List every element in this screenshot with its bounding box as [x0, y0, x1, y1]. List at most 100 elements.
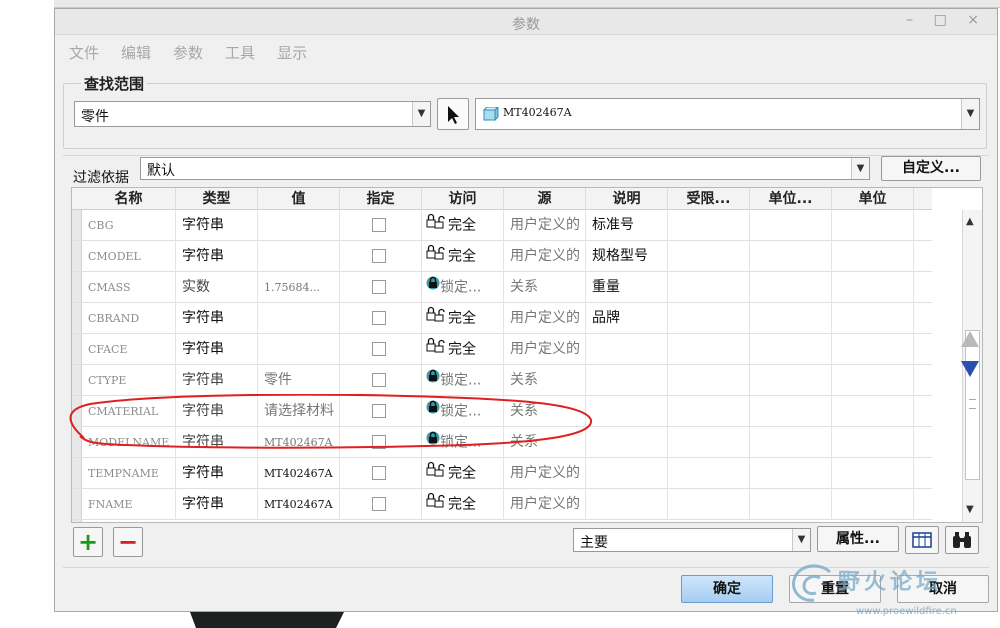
cell-restricted[interactable]	[668, 489, 750, 520]
designate-checkbox[interactable]	[372, 373, 386, 387]
cell-type[interactable]: 实数	[176, 272, 258, 303]
cell-type[interactable]: 字符串	[176, 334, 258, 365]
col-source[interactable]: 源	[504, 188, 586, 210]
cell-name[interactable]: CBRAND	[82, 303, 176, 334]
col-restricted[interactable]: 受限...	[668, 188, 750, 210]
cell-type[interactable]: 字符串	[176, 427, 258, 458]
cell-unit[interactable]	[832, 334, 914, 365]
cell-unit[interactable]	[832, 365, 914, 396]
cell-source[interactable]: 用户定义的	[504, 458, 586, 489]
cell-desc[interactable]	[586, 489, 668, 520]
window-controls[interactable]: – □ ×	[906, 12, 987, 28]
cell-source[interactable]: 用户定义的	[504, 334, 586, 365]
table-columns-button[interactable]	[905, 526, 939, 554]
table-row[interactable]: TEMPNAME 字符串 MT402467A 完全 用户定义的	[72, 458, 932, 489]
cell-restricted[interactable]	[668, 334, 750, 365]
move-up-arrow-icon[interactable]	[961, 331, 979, 347]
designate-checkbox[interactable]	[372, 497, 386, 511]
cell-source[interactable]: 关系	[504, 272, 586, 303]
cell-desc[interactable]	[586, 396, 668, 427]
cell-value[interactable]: 零件	[258, 365, 340, 396]
cell-value[interactable]	[258, 210, 340, 241]
scroll-up-icon[interactable]: ▲	[966, 216, 974, 227]
cell-access[interactable]: 完全	[422, 458, 504, 489]
cell-desc[interactable]	[586, 458, 668, 489]
cell-unit_type[interactable]	[750, 365, 832, 396]
cell-type[interactable]: 字符串	[176, 458, 258, 489]
menu-tools[interactable]: 工具	[225, 42, 255, 63]
cell-access[interactable]: 完全	[422, 489, 504, 520]
cell-restricted[interactable]	[668, 396, 750, 427]
table-row[interactable]: CMODEL 字符串 完全 用户定义的 规格型号	[72, 241, 932, 272]
cell-value[interactable]: 请选择材料	[258, 396, 340, 427]
cell-designate[interactable]	[340, 489, 422, 520]
cell-unit_type[interactable]	[750, 334, 832, 365]
filter-select[interactable]: 默认 ▼	[140, 157, 870, 180]
cell-type[interactable]: 字符串	[176, 489, 258, 520]
cell-source[interactable]: 用户定义的	[504, 303, 586, 334]
scope-type-select[interactable]: 零件 ▼	[74, 101, 431, 127]
cell-unit_type[interactable]	[750, 489, 832, 520]
cell-unit[interactable]	[832, 427, 914, 458]
cell-value[interactable]: MT402467A	[258, 458, 340, 489]
cell-value[interactable]	[258, 241, 340, 272]
cell-source[interactable]: 关系	[504, 396, 586, 427]
cell-unit_type[interactable]	[750, 272, 832, 303]
cell-unit_type[interactable]	[750, 241, 832, 272]
cell-designate[interactable]	[340, 396, 422, 427]
cell-name[interactable]: MODELNAME	[82, 427, 176, 458]
col-name[interactable]: 名称	[82, 188, 176, 210]
cell-type[interactable]: 字符串	[176, 210, 258, 241]
scroll-thumb[interactable]	[965, 330, 980, 480]
cell-designate[interactable]	[340, 334, 422, 365]
col-unit-type[interactable]: 单位...	[750, 188, 832, 210]
cell-source[interactable]: 关系	[504, 365, 586, 396]
cell-source[interactable]: 用户定义的	[504, 489, 586, 520]
cell-value[interactable]: MT402467A	[258, 427, 340, 458]
menu-edit[interactable]: 编辑	[121, 42, 151, 63]
table-row[interactable]: CBRAND 字符串 完全 用户定义的 品牌	[72, 303, 932, 334]
designate-checkbox[interactable]	[372, 249, 386, 263]
cell-access[interactable]: 锁定...	[422, 365, 504, 396]
cell-name[interactable]: CTYPE	[82, 365, 176, 396]
cell-access[interactable]: 完全	[422, 303, 504, 334]
cell-access[interactable]: 完全	[422, 334, 504, 365]
cell-designate[interactable]	[340, 210, 422, 241]
cell-restricted[interactable]	[668, 427, 750, 458]
move-down-arrow-icon[interactable]	[961, 361, 979, 377]
cell-unit_type[interactable]	[750, 210, 832, 241]
menu-file[interactable]: 文件	[69, 42, 99, 63]
cell-value[interactable]	[258, 303, 340, 334]
cell-restricted[interactable]	[668, 458, 750, 489]
cell-name[interactable]: FNAME	[82, 489, 176, 520]
cell-unit[interactable]	[832, 210, 914, 241]
cell-source[interactable]: 用户定义的	[504, 210, 586, 241]
cell-desc[interactable]	[586, 427, 668, 458]
col-access[interactable]: 访问	[422, 188, 504, 210]
cell-name[interactable]: CBG	[82, 210, 176, 241]
cell-access[interactable]: 完全	[422, 210, 504, 241]
cell-restricted[interactable]	[668, 241, 750, 272]
cell-access[interactable]: 完全	[422, 241, 504, 272]
menu-display[interactable]: 显示	[277, 42, 307, 63]
table-row[interactable]: CBG 字符串 完全 用户定义的 标准号	[72, 210, 932, 241]
designate-checkbox[interactable]	[372, 311, 386, 325]
cell-access[interactable]: 锁定...	[422, 272, 504, 303]
cell-desc[interactable]: 规格型号	[586, 241, 668, 272]
cell-restricted[interactable]	[668, 210, 750, 241]
designate-checkbox[interactable]	[372, 466, 386, 480]
cell-type[interactable]: 字符串	[176, 303, 258, 334]
cancel-button[interactable]: 取消	[897, 575, 989, 603]
cell-unit_type[interactable]	[750, 396, 832, 427]
cell-unit[interactable]	[832, 489, 914, 520]
cell-desc[interactable]	[586, 334, 668, 365]
cell-unit_type[interactable]	[750, 458, 832, 489]
designate-checkbox[interactable]	[372, 280, 386, 294]
cell-name[interactable]: TEMPNAME	[82, 458, 176, 489]
menu-parameters[interactable]: 参数	[173, 42, 203, 63]
cell-unit_type[interactable]	[750, 427, 832, 458]
cell-value[interactable]	[258, 334, 340, 365]
table-row[interactable]: CTYPE 字符串 零件 锁定... 关系	[72, 365, 932, 396]
cell-designate[interactable]	[340, 241, 422, 272]
designate-checkbox[interactable]	[372, 435, 386, 449]
